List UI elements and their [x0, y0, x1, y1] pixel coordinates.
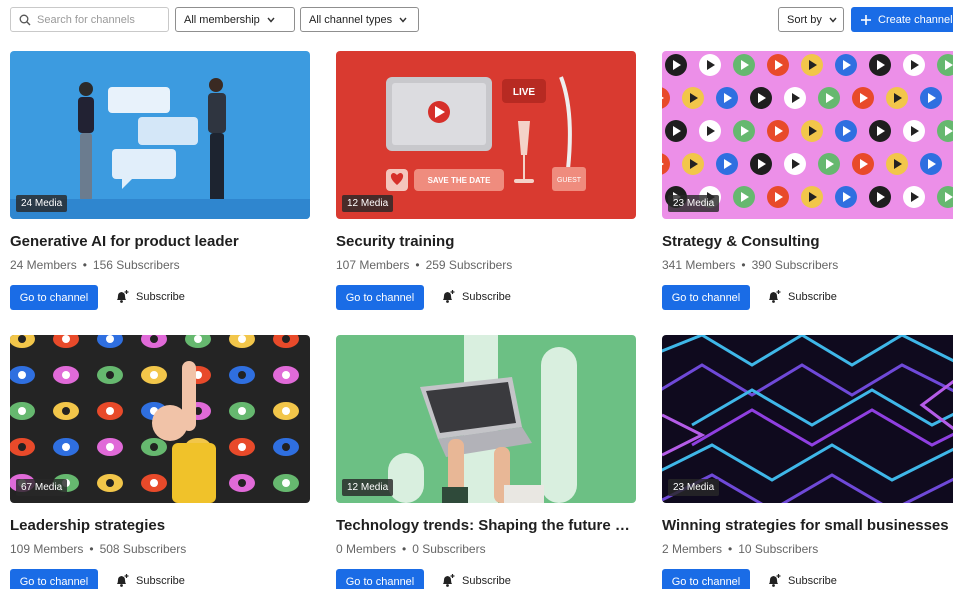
create-channel-label: Create channel	[878, 13, 953, 26]
channel-stats: 2 Members • 10 Subscribers	[662, 542, 818, 556]
media-count-badge: 24 Media	[16, 195, 68, 212]
search-icon	[19, 14, 31, 25]
chevron-down-icon	[829, 17, 837, 23]
subscribe-label: Subscribe	[136, 291, 185, 303]
toolbar: All membership All channel types Sort by…	[0, 0, 953, 38]
membership-filter-label: All membership	[184, 13, 260, 26]
media-count-badge: 12 Media	[342, 479, 394, 496]
subscribe-button[interactable]: Subscribe	[114, 288, 185, 306]
subscribe-button[interactable]: Subscribe	[766, 572, 837, 589]
chevron-down-icon	[399, 17, 407, 23]
channel-thumbnail[interactable]: 23 Media	[662, 335, 953, 503]
thumbnail-image	[662, 51, 953, 219]
thumbnail-image	[662, 335, 953, 503]
subscribe-label: Subscribe	[788, 575, 837, 587]
member-count: 0 Members	[336, 542, 397, 556]
go-to-channel-button[interactable]: Go to channel	[662, 569, 750, 589]
channel-title[interactable]: Technology trends: Shaping the future en…	[336, 517, 636, 534]
subscribe-button[interactable]: Subscribe	[766, 288, 837, 306]
subscriber-count: 259 Subscribers	[425, 258, 513, 272]
live-sign-text: LIVE	[513, 87, 536, 98]
channel-stats: 109 Members • 508 Subscribers	[10, 542, 186, 556]
channel-title[interactable]: Winning strategies for small businesses	[662, 517, 953, 534]
bell-plus-icon	[766, 573, 782, 589]
search-input[interactable]	[37, 13, 165, 26]
channel-stats: 107 Members • 259 Subscribers	[336, 258, 512, 272]
save-the-date-text: SAVE THE DATE	[428, 176, 491, 185]
bell-plus-icon	[114, 289, 130, 305]
thumbnail-image	[10, 335, 310, 503]
sort-label: Sort by	[787, 13, 822, 26]
subscribe-label: Subscribe	[462, 575, 511, 587]
subscriber-count: 0 Subscribers	[412, 542, 486, 556]
channel-thumbnail[interactable]: 12 Media	[336, 335, 636, 503]
media-count-badge: 67 Media	[16, 479, 68, 496]
channel-title[interactable]: Strategy & Consulting	[662, 233, 953, 250]
go-to-channel-button[interactable]: Go to channel	[336, 285, 424, 310]
go-to-channel-button[interactable]: Go to channel	[662, 285, 750, 310]
thumbnail-image	[336, 335, 636, 503]
member-count: 109 Members	[10, 542, 84, 556]
bell-plus-icon	[440, 289, 456, 305]
member-count: 107 Members	[336, 258, 410, 272]
plus-icon	[860, 14, 872, 26]
subscriber-count: 390 Subscribers	[751, 258, 839, 272]
thumbnail-image: LIVE GUEST SAVE THE DATE	[336, 51, 636, 219]
channel-thumbnail[interactable]: LIVE GUEST SAVE THE DATE 12 Media	[336, 51, 636, 219]
go-to-channel-button[interactable]: Go to channel	[336, 569, 424, 589]
channel-stats: 24 Members • 156 Subscribers	[10, 258, 180, 272]
subscribe-label: Subscribe	[788, 291, 837, 303]
subscriber-count: 508 Subscribers	[99, 542, 187, 556]
separator-dot: •	[89, 542, 94, 556]
channel-thumbnail[interactable]: 23 Media	[662, 51, 953, 219]
channel-stats: 341 Members • 390 Subscribers	[662, 258, 838, 272]
subscribe-label: Subscribe	[136, 575, 185, 587]
guest-badge-text: GUEST	[557, 177, 582, 184]
bell-plus-icon	[440, 573, 456, 589]
subscribe-label: Subscribe	[462, 291, 511, 303]
subscriber-count: 10 Subscribers	[738, 542, 819, 556]
separator-dot: •	[728, 542, 733, 556]
member-count: 24 Members	[10, 258, 77, 272]
separator-dot: •	[82, 258, 87, 272]
bell-plus-icon	[114, 573, 130, 589]
channel-title[interactable]: Security training	[336, 233, 636, 250]
media-count-badge: 23 Media	[668, 479, 720, 496]
member-count: 341 Members	[662, 258, 736, 272]
chevron-down-icon	[267, 17, 275, 23]
separator-dot: •	[741, 258, 746, 272]
go-to-channel-button[interactable]: Go to channel	[10, 569, 98, 589]
media-count-badge: 23 Media	[668, 195, 720, 212]
channel-thumbnail[interactable]: 67 Media	[10, 335, 310, 503]
member-count: 2 Members	[662, 542, 723, 556]
separator-dot: •	[415, 258, 420, 272]
separator-dot: •	[402, 542, 407, 556]
thumbnail-image	[10, 51, 310, 219]
subscribe-button[interactable]: Subscribe	[114, 572, 185, 589]
channel-title[interactable]: Generative AI for product leader	[10, 233, 310, 250]
sort-dropdown[interactable]: Sort by	[778, 7, 844, 32]
channel-type-filter-label: All channel types	[309, 13, 393, 26]
bell-plus-icon	[766, 289, 782, 305]
channel-title[interactable]: Leadership strategies	[10, 517, 310, 534]
create-channel-button[interactable]: Create channel	[851, 7, 953, 32]
channel-thumbnail[interactable]: 24 Media	[10, 51, 310, 219]
subscriber-count: 156 Subscribers	[92, 258, 180, 272]
subscribe-button[interactable]: Subscribe	[440, 288, 511, 306]
go-to-channel-button[interactable]: Go to channel	[10, 285, 98, 310]
channel-type-filter-dropdown[interactable]: All channel types	[300, 7, 419, 32]
channel-stats: 0 Members • 0 Subscribers	[336, 542, 486, 556]
subscribe-button[interactable]: Subscribe	[440, 572, 511, 589]
media-count-badge: 12 Media	[342, 195, 394, 212]
search-box[interactable]	[10, 7, 169, 32]
membership-filter-dropdown[interactable]: All membership	[175, 7, 295, 32]
